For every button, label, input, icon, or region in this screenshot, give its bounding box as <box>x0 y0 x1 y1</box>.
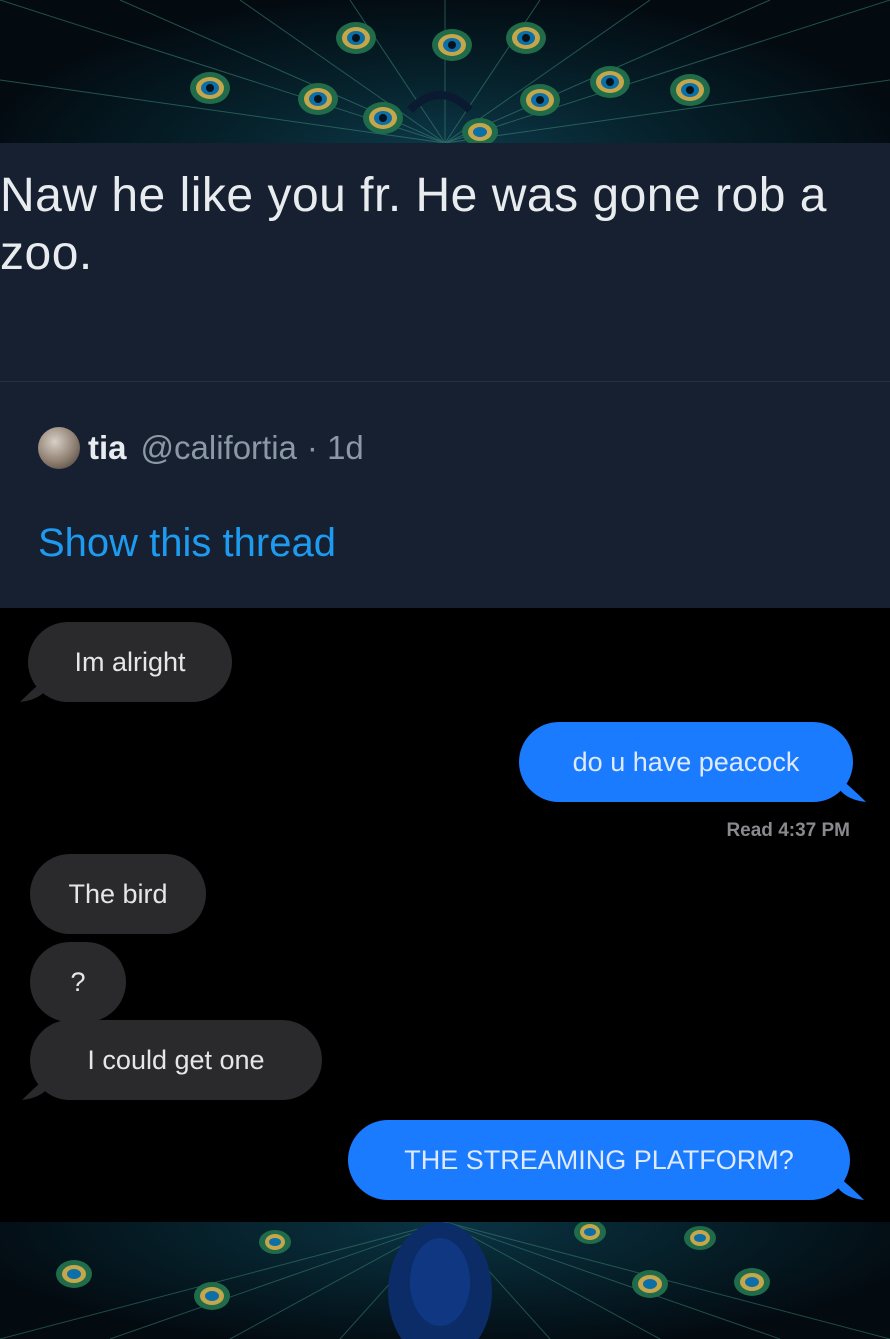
peacock-feathers-bottom <box>0 1222 890 1339</box>
bubble-tail <box>20 678 46 702</box>
avatar[interactable] <box>38 427 80 469</box>
bubble-tail <box>838 1176 864 1200</box>
peacock-feather-image-top <box>0 0 890 143</box>
peacock-feather-image-bottom <box>0 1222 890 1339</box>
message-text: ? <box>70 966 86 997</box>
read-receipt: Read 4:37 PM <box>726 820 850 841</box>
tweet-card: Naw he like you fr. He was gone rob a zo… <box>0 143 890 608</box>
message-bubble-received: I could get one <box>30 1020 322 1100</box>
bubble-tail <box>22 1076 48 1100</box>
bubble-tail <box>840 778 866 802</box>
message-text: do u have peacock <box>572 746 800 777</box>
tweet-time: · 1d <box>306 429 364 466</box>
tweet-author-row[interactable]: tia @califortia · 1d <box>38 426 364 470</box>
message-text: The bird <box>68 878 168 909</box>
message-thread: Im alright do u have peacock Read 4:37 P… <box>0 608 890 1222</box>
peacock-feathers-top <box>0 0 890 143</box>
author-name[interactable]: tia <box>88 429 127 467</box>
message-bubble-received: Im alright <box>28 622 232 702</box>
message-bubble-sent: do u have peacock <box>519 722 853 802</box>
message-text: THE STREAMING PLATFORM? <box>404 1144 794 1175</box>
divider <box>0 381 890 382</box>
message-text: Im alright <box>74 646 186 677</box>
message-bubble-received: ? <box>30 942 126 1022</box>
message-bubble-received: The bird <box>30 854 206 934</box>
message-text: I could get one <box>87 1044 265 1075</box>
tweet-text: Naw he like you fr. He was gone rob a zo… <box>0 169 827 280</box>
author-handle[interactable]: @califortia <box>141 429 297 467</box>
show-thread-link[interactable]: Show this thread <box>38 521 336 566</box>
message-bubble-sent: THE STREAMING PLATFORM? <box>348 1120 850 1200</box>
